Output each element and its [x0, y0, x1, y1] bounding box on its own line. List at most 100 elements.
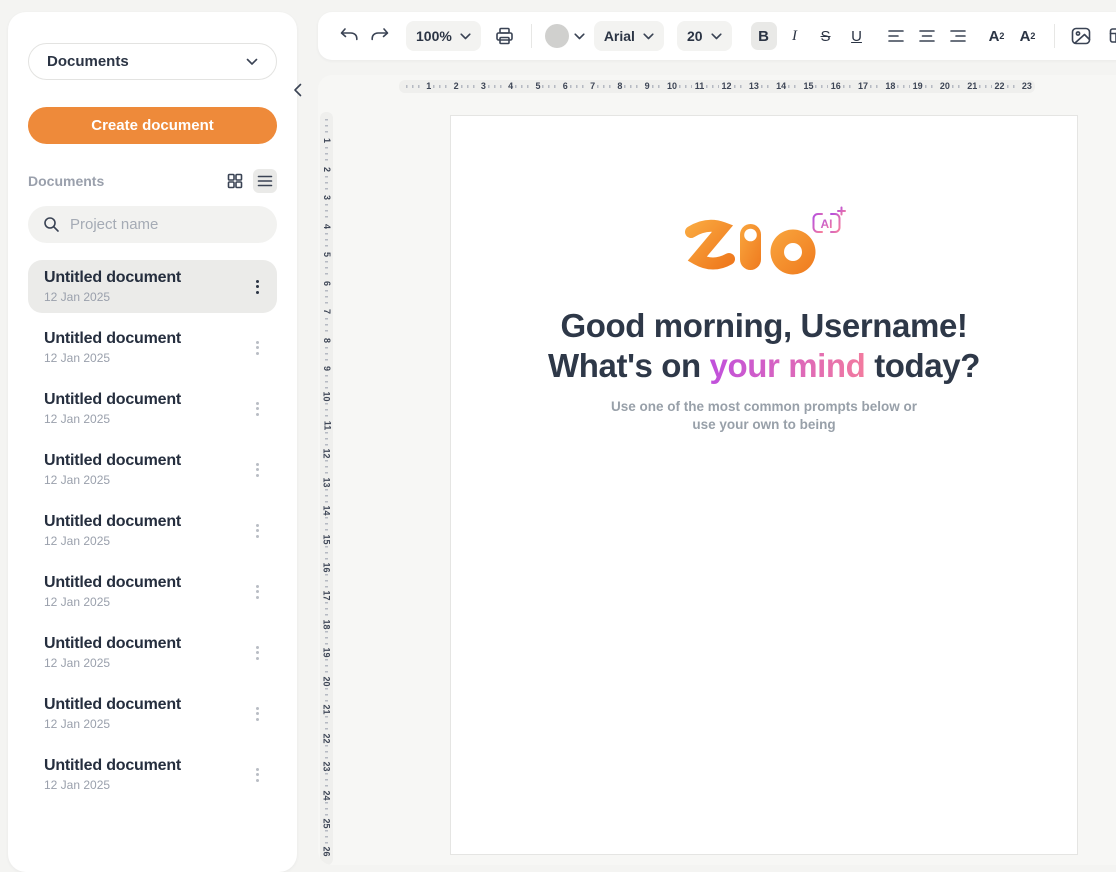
ruler-unit: 10	[321, 373, 331, 401]
font-family-value: Arial	[604, 28, 635, 44]
document-title: Untitled document	[44, 513, 247, 531]
ruler-number: 26	[322, 847, 331, 857]
underline-button[interactable]: U	[844, 22, 870, 50]
document-options-kebab-icon[interactable]	[247, 763, 267, 787]
document-list-item[interactable]: Untitled document 12 Jan 2025	[28, 565, 277, 618]
bold-button[interactable]: B	[751, 22, 777, 50]
print-button[interactable]	[492, 22, 518, 50]
ruler-ticks	[1007, 85, 1019, 88]
ruler-number: 20	[322, 676, 331, 686]
ruler-ticks	[325, 574, 328, 588]
create-document-button[interactable]: Create document	[28, 107, 277, 144]
ruler-unit: 25	[321, 800, 331, 828]
ruler-ticks	[325, 119, 328, 133]
ruler-ticks	[624, 85, 641, 88]
ruler-number: 14	[776, 82, 786, 91]
document-date: 12 Jan 2025	[44, 290, 247, 304]
ruler-unit: 10	[650, 82, 677, 91]
ruler-unit: 15	[321, 515, 331, 543]
ruler-unit: 16	[813, 82, 840, 91]
document-date: 12 Jan 2025	[44, 534, 247, 548]
ruler-unit: 17	[841, 82, 868, 91]
ruler-number: 7	[322, 309, 331, 314]
vertical-ruler[interactable]: 1 2 3 4 5 6 7 8 9 10	[320, 112, 333, 865]
strikethrough-button[interactable]: S	[813, 22, 839, 50]
ruler-unit: 2	[324, 145, 329, 173]
redo-button[interactable]	[367, 22, 393, 50]
document-options-kebab-icon[interactable]	[247, 580, 267, 604]
ruler-number: 11	[322, 421, 331, 431]
horizontal-ruler[interactable]: 1 2 3 4 5 6 7 8 9 10	[399, 80, 1035, 93]
ruler-number: 1	[322, 138, 331, 143]
document-options-kebab-icon[interactable]	[247, 641, 267, 665]
italic-button[interactable]: I	[782, 22, 808, 50]
insert-table-button[interactable]	[1107, 22, 1116, 50]
subscript-button[interactable]: A2	[1015, 22, 1041, 50]
ruler-number: 8	[322, 337, 331, 342]
ruler-ticks	[952, 85, 964, 88]
search-input[interactable]	[70, 216, 269, 233]
grid-view-button[interactable]	[223, 169, 247, 193]
document-list-item[interactable]: Untitled document 12 Jan 2025	[28, 504, 277, 557]
document-list-item[interactable]: Untitled document 12 Jan 2025	[28, 687, 277, 740]
document-info: Untitled document 12 Jan 2025	[44, 391, 247, 426]
document-list-item[interactable]: Untitled document 12 Jan 2025	[28, 748, 277, 801]
document-options-kebab-icon[interactable]	[247, 336, 267, 360]
document-title: Untitled document	[44, 574, 247, 592]
ruler-unit: 2	[431, 82, 458, 91]
ruler-unit: 11	[322, 401, 332, 429]
document-type-select[interactable]: Documents	[28, 43, 277, 80]
align-left-button[interactable]	[883, 22, 909, 50]
ruler-ticks	[325, 688, 328, 702]
font-family-select[interactable]: Arial	[594, 21, 664, 51]
document-list-item[interactable]: Untitled document 12 Jan 2025	[28, 382, 277, 435]
document-page[interactable]: AI Good morning, Username! What's on you…	[450, 115, 1078, 855]
align-right-button[interactable]	[945, 22, 971, 50]
undo-button[interactable]	[336, 22, 362, 50]
document-list-item[interactable]: Untitled document 12 Jan 2025	[28, 321, 277, 374]
document-options-kebab-icon[interactable]	[247, 458, 267, 482]
ruler-ticks	[761, 85, 773, 88]
ruler-ticks	[325, 233, 328, 247]
ruler-ticks	[515, 85, 532, 88]
document-options-kebab-icon[interactable]	[247, 397, 267, 421]
ruler-unit: 23	[321, 743, 331, 771]
document-search[interactable]	[28, 206, 277, 243]
zoom-select[interactable]: 100%	[406, 21, 481, 51]
document-options-kebab-icon[interactable]	[247, 275, 267, 299]
font-size-select[interactable]: 20	[677, 21, 732, 51]
ruler-number: 12	[722, 82, 732, 91]
document-info: Untitled document 12 Jan 2025	[44, 574, 247, 609]
sidebar-collapse-button[interactable]	[288, 80, 306, 100]
document-info: Untitled document 12 Jan 2025	[44, 696, 247, 731]
list-view-button[interactable]	[253, 169, 277, 193]
document-title: Untitled document	[44, 757, 247, 775]
chevron-down-icon	[643, 33, 654, 40]
text-color-select[interactable]	[545, 24, 585, 48]
ruler-unit: 5	[513, 82, 540, 91]
ruler-number: 18	[322, 619, 331, 629]
ruler-number: 25	[322, 818, 331, 828]
ruler-unit: 4	[324, 202, 329, 230]
sidebar: Documents Create document Documents	[8, 12, 297, 872]
document-options-kebab-icon[interactable]	[247, 519, 267, 543]
superscript-button[interactable]: A2	[984, 22, 1010, 50]
ruler-unit: 9	[622, 82, 649, 91]
document-list-item[interactable]: Untitled document 12 Jan 2025	[28, 443, 277, 496]
ruler-number: 19	[913, 82, 923, 91]
align-center-button[interactable]	[914, 22, 940, 50]
ruler-ticks	[679, 85, 692, 88]
ruler-unit: 19	[895, 82, 922, 91]
ruler-ticks	[597, 85, 614, 88]
document-list-item[interactable]: Untitled document 12 Jan 2025	[28, 626, 277, 679]
ruler-number: 4	[322, 224, 331, 229]
greeting-subtitle: Use one of the most common prompts below…	[611, 398, 917, 433]
ruler-number: 16	[831, 82, 841, 91]
insert-image-button[interactable]	[1068, 22, 1094, 50]
ruler-number: 12	[322, 449, 331, 459]
ruler-ticks	[325, 489, 328, 503]
document-list-item[interactable]: Untitled document 12 Jan 2025	[28, 260, 277, 313]
document-date: 12 Jan 2025	[44, 473, 247, 487]
document-options-kebab-icon[interactable]	[247, 702, 267, 726]
ruler-number: 2	[322, 167, 331, 172]
